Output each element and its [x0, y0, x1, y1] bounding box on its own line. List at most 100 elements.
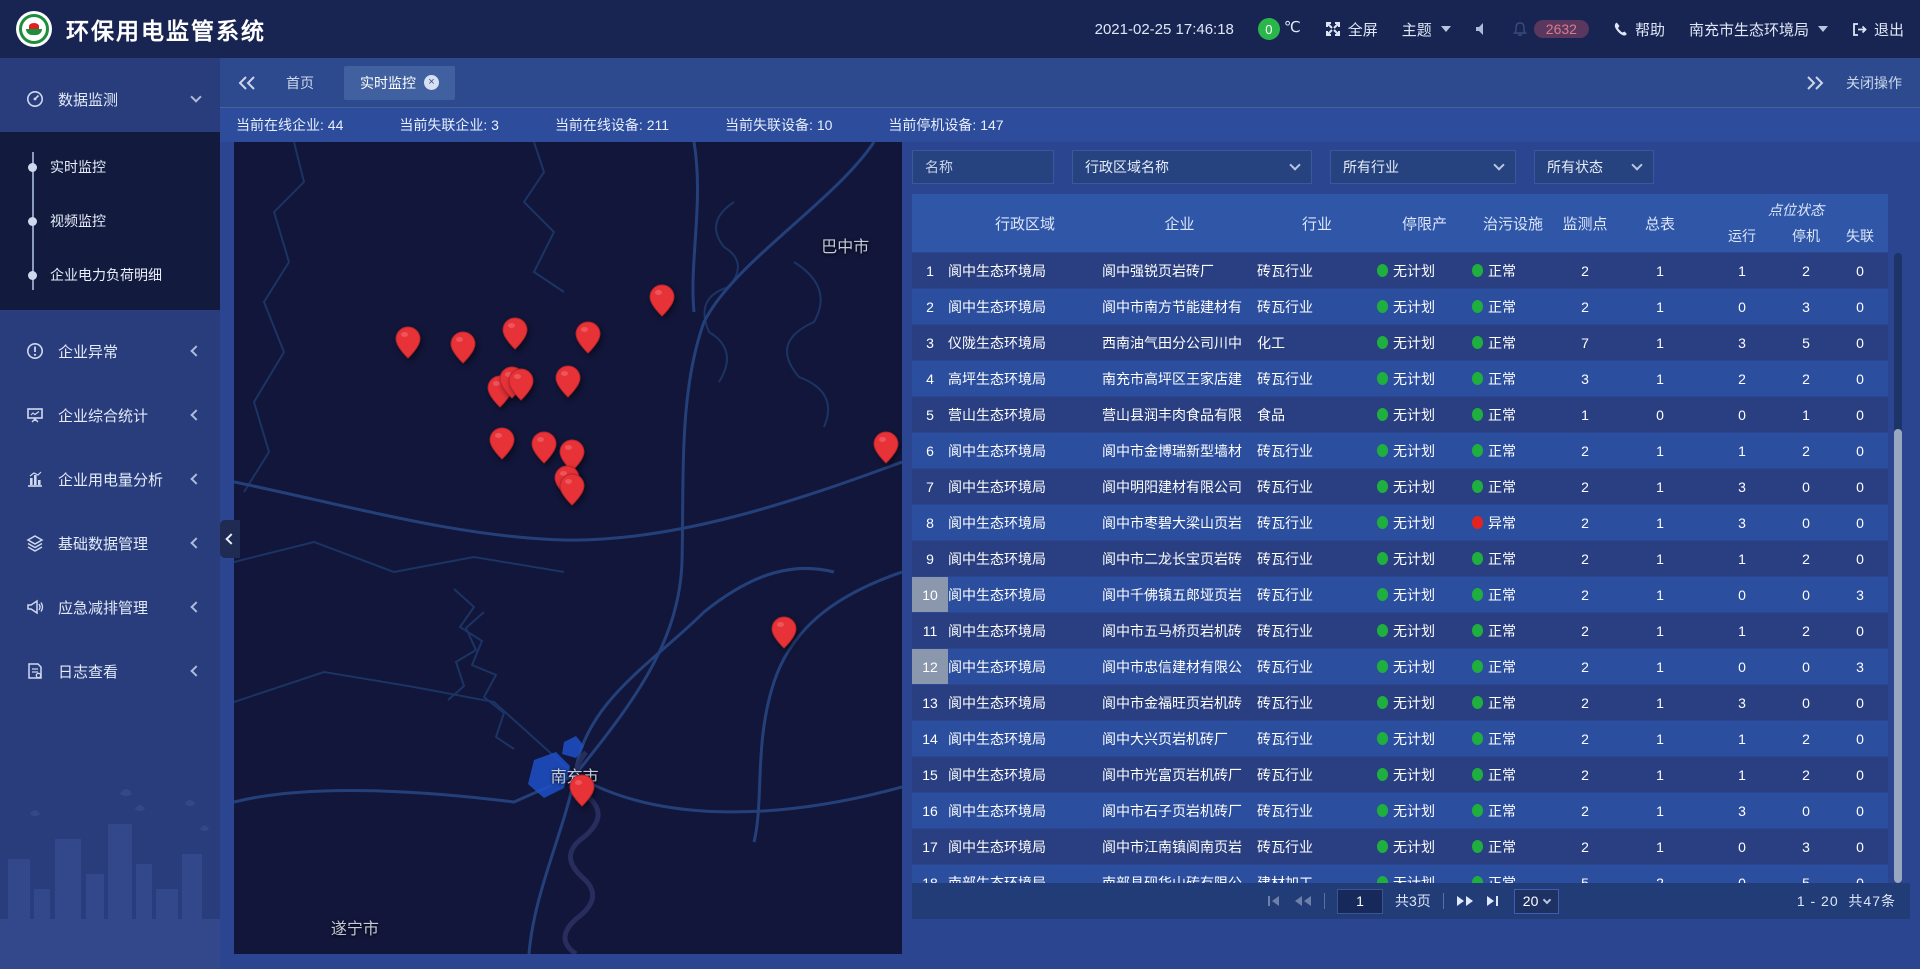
map-marker-pin[interactable]: [649, 284, 675, 317]
table-row[interactable]: 11 阆中生态环境局 阆中市五马桥页岩机砖 砖瓦行业 无计划 正常 2 1 1 …: [912, 613, 1888, 648]
map-marker-pin[interactable]: [531, 431, 557, 464]
sidebar-subitem-3[interactable]: 企业电力负荷明细: [0, 248, 220, 302]
help-button[interactable]: 帮助: [1613, 19, 1665, 40]
table-row[interactable]: 18 南部生态环境局 南部县砚华山砖有限公 建材加工 无计划 正常 5 2 0 …: [912, 865, 1888, 883]
tabs-scroll-right-icon[interactable]: [1806, 76, 1824, 90]
row-limit-status: 无计划: [1377, 441, 1472, 461]
row-facility-status: 正常: [1472, 369, 1554, 389]
row-industry: 砖瓦行业: [1257, 585, 1377, 605]
row-lost-count: 0: [1832, 803, 1888, 819]
collapse-map-handle[interactable]: [220, 520, 240, 558]
name-filter-input[interactable]: [912, 150, 1054, 184]
row-meter-count: 1: [1616, 335, 1704, 351]
row-monitor-count: 1: [1554, 407, 1616, 423]
industry-filter-select[interactable]: 所有行业: [1330, 150, 1516, 184]
first-page-icon[interactable]: [1266, 895, 1282, 907]
table-row[interactable]: 13 阆中生态环境局 阆中市金福旺页岩机砖 砖瓦行业 无计划 正常 2 1 3 …: [912, 685, 1888, 720]
map-marker-pin[interactable]: [555, 365, 581, 398]
sidebar-item-1[interactable]: 数据监测: [0, 76, 220, 122]
row-company: 营山县润丰肉食品有限: [1102, 405, 1257, 425]
row-stop-count: 0: [1780, 803, 1832, 819]
map-marker-pin[interactable]: [873, 431, 899, 464]
prev-page-icon[interactable]: [1294, 895, 1312, 907]
row-run-count: 1: [1704, 623, 1780, 639]
map-panel[interactable]: 巴中市南充市遂宁市: [234, 142, 902, 954]
next-page-icon[interactable]: [1456, 895, 1474, 907]
table-row[interactable]: 9 阆中生态环境局 阆中市二龙长宝页岩砖 砖瓦行业 无计划 正常 2 1 1 2…: [912, 541, 1888, 576]
tab-realtime-monitor[interactable]: 实时监控 ×: [344, 66, 455, 100]
sidebar-item-2[interactable]: 企业异常: [0, 328, 220, 374]
table-row[interactable]: 1 阆中生态环境局 阆中强锐页岩砖厂 砖瓦行业 无计划 正常 2 1 1 2 0: [912, 253, 1888, 288]
logout-button[interactable]: 退出: [1852, 19, 1904, 40]
map-marker-pin[interactable]: [559, 473, 585, 506]
col-run: 运行: [1704, 226, 1780, 246]
theme-dropdown[interactable]: 主题: [1402, 19, 1451, 40]
map-marker-pin[interactable]: [575, 321, 601, 354]
row-number: 2: [912, 289, 948, 324]
notifications[interactable]: 2632: [1513, 20, 1589, 38]
sidebar-item-label: 基础数据管理: [58, 533, 178, 554]
status-filter-select[interactable]: 所有状态: [1534, 150, 1654, 184]
map-marker-pin[interactable]: [569, 774, 595, 807]
row-meter-count: 1: [1616, 695, 1704, 711]
table-row[interactable]: 8 阆中生态环境局 阆中市枣碧大梁山页岩 砖瓦行业 无计划 异常 2 1 3 0…: [912, 505, 1888, 540]
sidebar-subitem-1[interactable]: 实时监控: [0, 140, 220, 194]
sidebar-item-6[interactable]: 应急减排管理: [0, 584, 220, 630]
row-limit-status: 无计划: [1377, 837, 1472, 857]
map-marker-pin[interactable]: [450, 331, 476, 364]
row-company: 南部县砚华山砖有限公: [1102, 873, 1257, 884]
table-row[interactable]: 15 阆中生态环境局 阆中市光富页岩机砖厂 砖瓦行业 无计划 正常 2 1 1 …: [912, 757, 1888, 792]
close-operations-button[interactable]: 关闭操作: [1846, 73, 1902, 93]
row-monitor-count: 2: [1554, 731, 1616, 747]
gauge-icon: [26, 90, 44, 108]
row-company: 阆中市五马桥页岩机砖: [1102, 621, 1257, 641]
map-marker-pin[interactable]: [502, 317, 528, 350]
col-limit: 停限产: [1377, 213, 1472, 234]
sidebar-item-label: 应急减排管理: [58, 597, 178, 618]
sidebar-item-7[interactable]: 日志查看: [0, 648, 220, 694]
table-row[interactable]: 4 高坪生态环境局 南充市高坪区王家店建 砖瓦行业 无计划 正常 3 1 2 2…: [912, 361, 1888, 396]
sidebar-item-4[interactable]: 企业用电量分析: [0, 456, 220, 502]
row-lost-count: 0: [1832, 299, 1888, 315]
table-row[interactable]: 14 阆中生态环境局 阆中大兴页岩机砖厂 砖瓦行业 无计划 正常 2 1 1 2…: [912, 721, 1888, 756]
table-row[interactable]: 10 阆中生态环境局 阆中千佛镇五郎垭页岩 砖瓦行业 无计划 正常 2 1 0 …: [912, 577, 1888, 612]
tabs-scroll-left-icon[interactable]: [238, 76, 256, 90]
close-tab-icon[interactable]: ×: [424, 75, 439, 90]
table-row[interactable]: 2 阆中生态环境局 阆中市南方节能建材有 砖瓦行业 无计划 正常 2 1 0 3…: [912, 289, 1888, 324]
table-row[interactable]: 3 仪陇生态环境局 西南油气田分公司川中 化工 无计划 正常 7 1 3 5 0: [912, 325, 1888, 360]
chevron-left-icon: [190, 537, 201, 548]
chevron-left-icon: [225, 533, 236, 544]
chevron-down-icon: [190, 91, 201, 102]
row-facility-status: 正常: [1472, 405, 1554, 425]
stats-bar: 当前在线企业: 44 当前失联企业: 3 当前在线设备: 211 当前失联设备:…: [220, 108, 1920, 142]
page-size-select[interactable]: 20: [1514, 889, 1560, 914]
page-number-input[interactable]: [1337, 889, 1383, 914]
row-industry: 建材加工: [1257, 873, 1377, 884]
table-row[interactable]: 17 阆中生态环境局 阆中市江南镇阆南页岩 砖瓦行业 无计划 正常 2 1 0 …: [912, 829, 1888, 864]
tab-home[interactable]: 首页: [270, 66, 330, 100]
table-row[interactable]: 6 阆中生态环境局 阆中市金博瑞新型墙材 砖瓦行业 无计划 正常 2 1 1 2…: [912, 433, 1888, 468]
last-page-icon[interactable]: [1486, 895, 1502, 907]
map-marker-pin[interactable]: [508, 368, 534, 401]
col-stop: 停机: [1780, 226, 1832, 246]
sidebar-item-5[interactable]: 基础数据管理: [0, 520, 220, 566]
map-marker-pin[interactable]: [771, 616, 797, 649]
region-filter-select[interactable]: 行政区域名称: [1072, 150, 1312, 184]
table-row[interactable]: 16 阆中生态环境局 阆中市石子页岩机砖厂 砖瓦行业 无计划 正常 2 1 3 …: [912, 793, 1888, 828]
table-row[interactable]: 5 营山生态环境局 营山县润丰肉食品有限 食品 无计划 正常 1 0 0 1 0: [912, 397, 1888, 432]
org-dropdown[interactable]: 南充市生态环境局: [1689, 19, 1828, 40]
sidebar-subitem-2[interactable]: 视频监控: [0, 194, 220, 248]
table-row[interactable]: 12 阆中生态环境局 阆中市忠信建材有限公 砖瓦行业 无计划 正常 2 1 0 …: [912, 649, 1888, 684]
map-marker-pin[interactable]: [395, 326, 421, 359]
row-number: 18: [912, 865, 948, 883]
sidebar-item-3[interactable]: 企业综合统计: [0, 392, 220, 438]
table-row[interactable]: 7 阆中生态环境局 阆中明阳建材有限公司 砖瓦行业 无计划 正常 2 1 3 0…: [912, 469, 1888, 504]
map-roads: [234, 142, 902, 954]
scrollbar-thumb[interactable]: [1894, 429, 1902, 883]
mute-speaker-icon[interactable]: [1475, 22, 1489, 36]
row-facility-status: 正常: [1472, 621, 1554, 641]
fullscreen-button[interactable]: 全屏: [1325, 19, 1378, 40]
map-marker-pin[interactable]: [489, 427, 515, 460]
row-limit-status: 无计划: [1377, 801, 1472, 821]
table-scrollbar[interactable]: [1894, 253, 1902, 883]
